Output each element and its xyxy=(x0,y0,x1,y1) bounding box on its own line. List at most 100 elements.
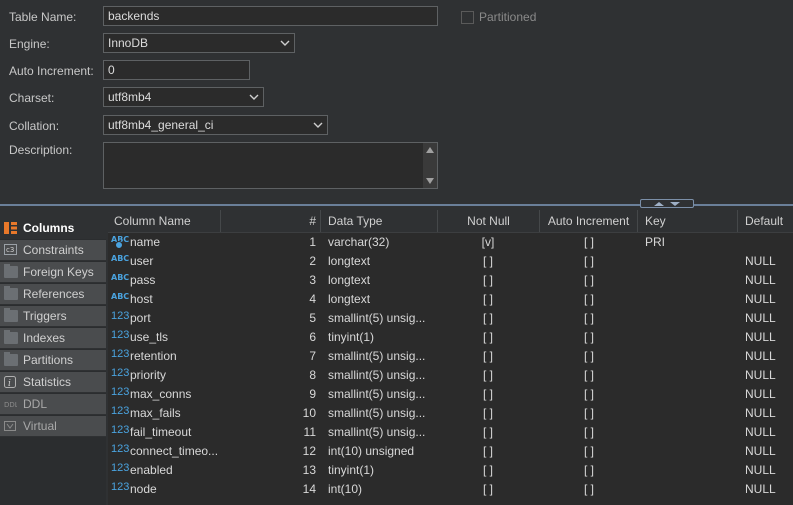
tab-foreign-keys[interactable]: Foreign Keys xyxy=(0,262,106,283)
row-not-null[interactable]: [ ] xyxy=(438,290,538,309)
row-column-name[interactable]: fail_timeout xyxy=(130,423,222,442)
header-number[interactable]: # xyxy=(221,210,321,232)
row-auto-increment[interactable]: [ ] xyxy=(540,385,638,404)
row-column-name[interactable]: max_conns xyxy=(130,385,222,404)
tab-partitions[interactable]: Partitions xyxy=(0,350,106,371)
engine-label: Engine: xyxy=(9,37,50,51)
row-auto-increment[interactable]: [ ] xyxy=(540,347,638,366)
tab-triggers[interactable]: Triggers xyxy=(0,306,106,327)
row-data-type: int(10) xyxy=(328,482,363,496)
header-data-type[interactable]: Data Type xyxy=(321,210,438,232)
row-auto-increment[interactable]: [ ] xyxy=(540,461,638,480)
row-column-name[interactable]: node xyxy=(130,480,222,499)
row-not-null[interactable]: [ ] xyxy=(438,252,538,271)
row-not-null[interactable]: [ ] xyxy=(438,404,538,423)
expand-up-icon[interactable] xyxy=(654,201,664,206)
row-auto-increment[interactable]: [ ] xyxy=(540,480,638,499)
row-column-name[interactable]: name xyxy=(130,233,222,252)
table-row[interactable]: 123 priority 8 smallint(5) unsig... [ ][ ] NU… xyxy=(108,366,793,385)
row-auto-increment[interactable]: [ ] xyxy=(540,423,638,442)
row-auto-increment[interactable]: [ ] xyxy=(540,442,638,461)
row-column-name[interactable]: use_tls xyxy=(130,328,222,347)
row-not-null[interactable]: [ ] xyxy=(438,385,538,404)
row-not-null[interactable]: [ ] xyxy=(438,442,538,461)
row-auto-increment[interactable]: [ ] xyxy=(540,366,638,385)
row-auto-increment[interactable]: [ ] xyxy=(540,252,638,271)
collation-select[interactable]: utf8mb4_general_ci xyxy=(103,115,328,135)
table-row[interactable]: 123 use_tls 6 tinyint(1) [ ][ ] NULL xyxy=(108,328,793,347)
tab-statistics[interactable]: i Statistics xyxy=(0,372,106,393)
row-number: 1 xyxy=(309,235,316,249)
header-column-name[interactable]: Column Name xyxy=(108,210,221,232)
table-row[interactable]: ABC host 4 longtext [ ][ ] NULL xyxy=(108,290,793,309)
row-default: NULL xyxy=(745,273,776,287)
table-row[interactable]: 123 port 5 smallint(5) unsig... [ ][ ] NULL xyxy=(108,309,793,328)
tab-constraints[interactable]: c3 Constraints xyxy=(0,240,106,261)
tab-references[interactable]: References xyxy=(0,284,106,305)
row-number: 2 xyxy=(309,254,316,268)
table-row[interactable]: 123 max_conns 9 smallint(5) unsig... [ ][ ] N… xyxy=(108,385,793,404)
row-column-name[interactable]: max_fails xyxy=(130,404,222,423)
header-default[interactable]: Default xyxy=(738,210,793,232)
row-not-null[interactable]: [ ] xyxy=(438,423,538,442)
row-column-name[interactable]: user xyxy=(130,252,222,271)
tab-indexes[interactable]: Indexes xyxy=(0,328,106,349)
table-row[interactable]: 123 max_fails 10 smallint(5) unsig... [ ][ ]… xyxy=(108,404,793,423)
row-auto-increment[interactable]: [ ] xyxy=(540,404,638,423)
row-data-type: int(10) unsigned xyxy=(328,444,415,458)
row-auto-increment[interactable]: [ ] xyxy=(540,309,638,328)
row-not-null[interactable]: [ ] xyxy=(438,271,538,290)
table-row[interactable]: 123 fail_timeout 11 smallint(5) unsig... [ ]… xyxy=(108,423,793,442)
row-data-type: longtext xyxy=(328,254,371,268)
row-column-name[interactable]: host xyxy=(130,290,222,309)
collapse-sash[interactable] xyxy=(640,199,694,208)
scrollbar[interactable] xyxy=(423,143,437,188)
row-column-name[interactable]: priority xyxy=(130,366,222,385)
row-data-type: varchar(32) xyxy=(328,235,390,249)
row-column-name[interactable]: pass xyxy=(130,271,222,290)
row-not-null[interactable]: [ ] xyxy=(438,461,538,480)
row-not-null[interactable]: [ ] xyxy=(438,347,538,366)
table-row[interactable]: ABC pass 3 longtext [ ][ ] NULL xyxy=(108,271,793,290)
row-not-null[interactable]: [ ] xyxy=(438,480,538,499)
table-row[interactable]: ABC user 2 longtext [ ][ ] NULL xyxy=(108,252,793,271)
tab-columns[interactable]: Columns xyxy=(0,218,106,239)
table-row[interactable]: 123 node 14 int(10) [ ][ ] NULL xyxy=(108,480,793,499)
table-name-input[interactable]: backends xyxy=(103,6,438,26)
number-type-icon: 123 xyxy=(111,367,130,379)
row-auto-increment[interactable]: [ ] xyxy=(540,271,638,290)
row-auto-increment[interactable]: [ ] xyxy=(540,290,638,309)
partitioned-checkbox[interactable]: Partitioned xyxy=(461,10,536,24)
table-row[interactable]: 123 enabled 13 tinyint(1) [ ][ ] NULL xyxy=(108,461,793,480)
row-not-null[interactable]: [ ] xyxy=(438,328,538,347)
tab-ddl[interactable]: DDL DDL xyxy=(0,394,106,415)
collapse-down-icon[interactable] xyxy=(670,201,680,206)
header-key[interactable]: Key xyxy=(638,210,738,232)
row-auto-increment[interactable]: [ ] xyxy=(540,233,638,252)
row-not-null[interactable]: [ ] xyxy=(438,309,538,328)
row-column-name[interactable]: connect_timeo... xyxy=(130,442,222,461)
row-not-null[interactable]: [ ] xyxy=(438,366,538,385)
scroll-down-icon[interactable] xyxy=(426,178,434,184)
tab-virtual[interactable]: Virtual xyxy=(0,416,106,437)
table-row[interactable]: 123 connect_timeo... 12 int(10) unsigned [ ]… xyxy=(108,442,793,461)
tab-label: Statistics xyxy=(23,375,72,389)
header-auto-increment[interactable]: Auto Increment xyxy=(540,210,638,232)
row-column-name[interactable]: retention xyxy=(130,347,222,366)
tab-label: Virtual xyxy=(23,419,57,433)
table-row[interactable]: 123 retention 7 smallint(5) unsig... [ ][ ] N… xyxy=(108,347,793,366)
scroll-up-icon[interactable] xyxy=(426,147,434,153)
auto-increment-input[interactable]: 0 xyxy=(103,60,250,80)
row-not-null[interactable]: [v] xyxy=(438,233,538,252)
engine-select[interactable]: InnoDB xyxy=(103,33,295,53)
charset-value: utf8mb4 xyxy=(108,90,152,104)
header-not-null[interactable]: Not Null xyxy=(438,210,540,232)
row-default: NULL xyxy=(745,406,776,420)
charset-select[interactable]: utf8mb4 xyxy=(103,87,264,107)
row-auto-increment[interactable]: [ ] xyxy=(540,328,638,347)
row-column-name[interactable]: port xyxy=(130,309,222,328)
table-row[interactable]: ABC name 1 varchar(32) [v][ ] PRI xyxy=(108,233,793,252)
description-label: Description: xyxy=(9,143,73,157)
description-textarea[interactable] xyxy=(103,142,438,189)
row-column-name[interactable]: enabled xyxy=(130,461,222,480)
